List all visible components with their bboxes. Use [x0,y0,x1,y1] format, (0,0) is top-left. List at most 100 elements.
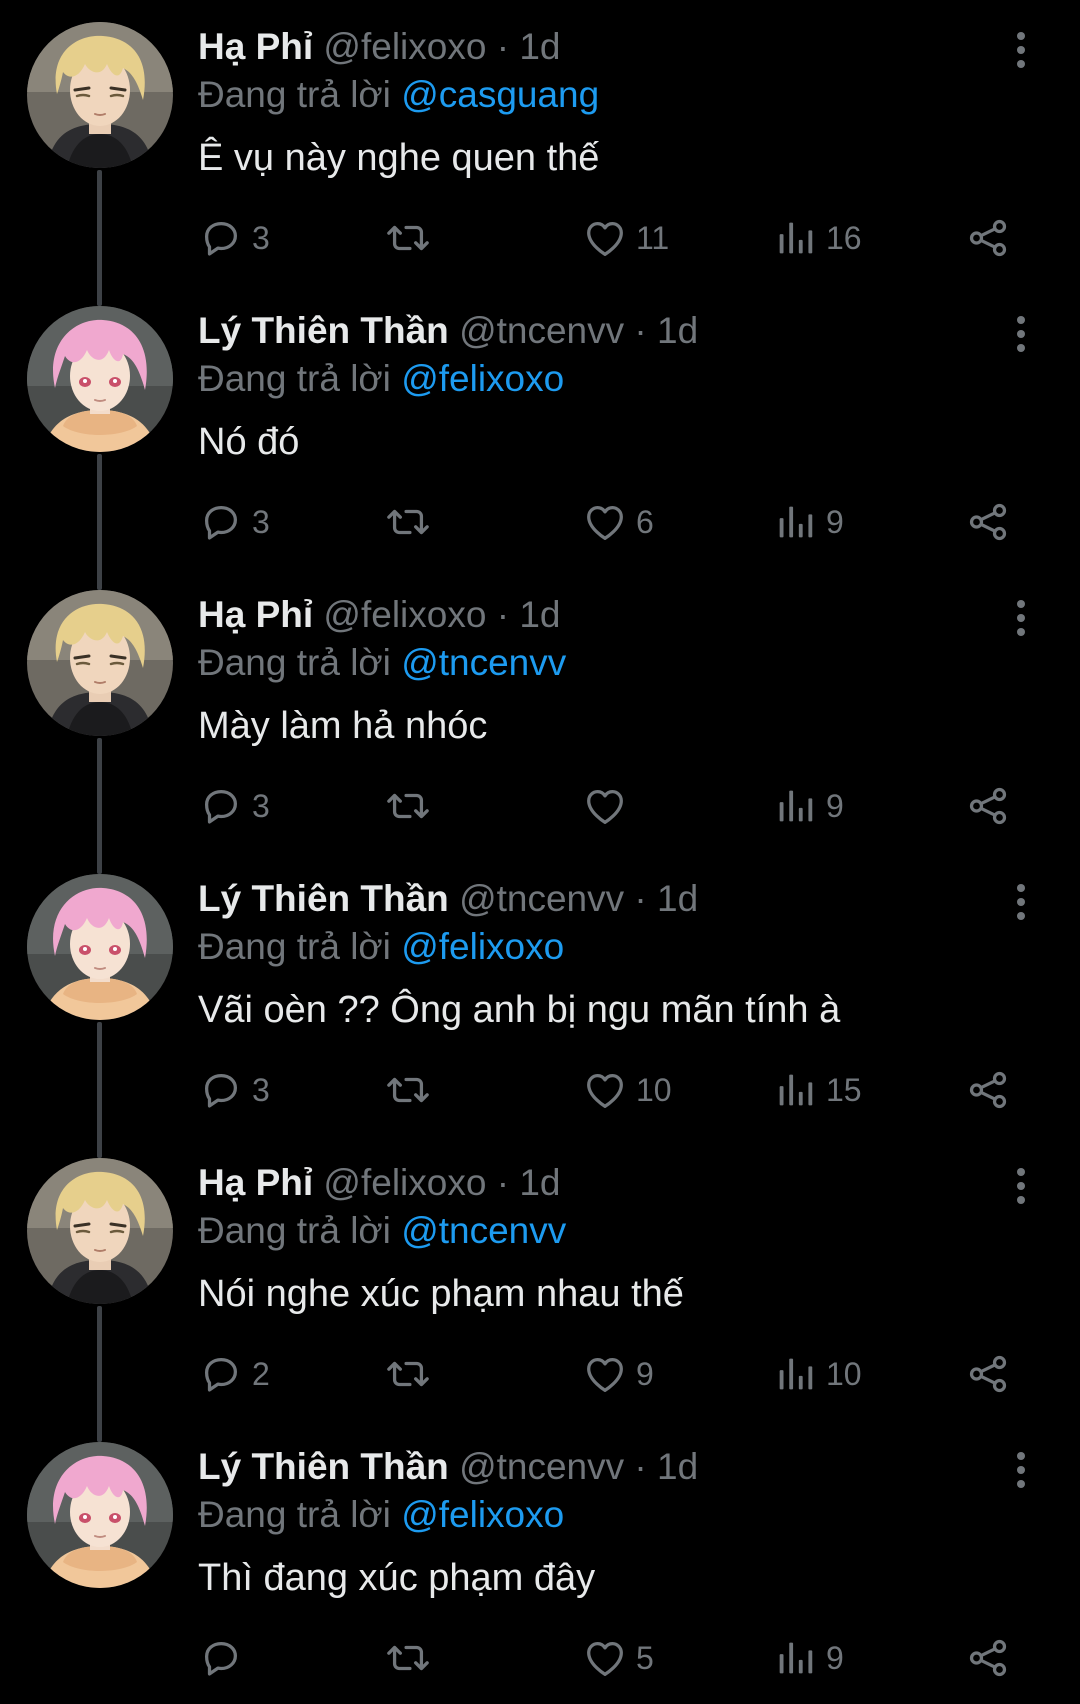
more-vertical-icon [1017,316,1025,352]
reply-button[interactable] [198,1630,252,1686]
timestamp[interactable]: 1d [657,878,698,919]
avatar[interactable] [27,1442,173,1588]
views-button[interactable]: 9 [772,1630,844,1686]
more-options-button[interactable] [1006,882,1036,922]
view-count: 9 [826,1639,844,1676]
tweet[interactable]: Lý Thiên Thần @tncenvv · 1d Đang trả lời… [0,852,1080,1158]
display-name[interactable]: Lý Thiên Thần [198,310,449,351]
share-button[interactable] [965,1346,1011,1402]
user-handle[interactable]: @felixoxo [323,594,486,635]
share-button[interactable] [965,778,1011,834]
reply-button[interactable]: 3 [198,1062,270,1118]
replying-to-label: Đang trả lời [198,74,391,115]
more-options-button[interactable] [1006,1450,1036,1490]
reply-button[interactable]: 3 [198,210,270,266]
retweet-button[interactable] [385,494,439,550]
reply-button[interactable]: 2 [198,1346,270,1402]
replying-to-label: Đang trả lời [198,1494,391,1535]
tweet-text: Nó đó [198,421,300,463]
views-icon [772,1635,818,1681]
avatar[interactable] [27,590,173,736]
timestamp[interactable]: 1d [657,310,698,351]
replying-to-label: Đang trả lời [198,1210,391,1251]
like-button[interactable]: 6 [582,494,654,550]
views-button[interactable]: 16 [772,210,862,266]
replying-to-mention[interactable]: @felixoxo [401,926,564,967]
display-name[interactable]: Lý Thiên Thần [198,878,449,919]
like-count: 10 [636,1071,672,1108]
user-handle[interactable]: @felixoxo [323,26,486,67]
tweet-header: Hạ Phỉ @felixoxo · 1d [198,1160,560,1206]
more-options-button[interactable] [1006,30,1036,70]
like-count: 11 [636,219,670,256]
user-handle[interactable]: @felixoxo [323,1162,486,1203]
like-button[interactable]: 5 [582,1630,654,1686]
display-name[interactable]: Lý Thiên Thần [198,1446,449,1487]
tweet[interactable]: Lý Thiên Thần @tncenvv · 1d Đang trả lời… [0,1420,1080,1704]
tweet[interactable]: Hạ Phỉ @felixoxo · 1d Đang trả lời @tnce… [0,568,1080,874]
retweet-button[interactable] [385,1062,439,1118]
replying-to-line: Đang trả lời @casguang [198,72,599,118]
heart-icon [582,499,628,545]
tweet[interactable]: Hạ Phỉ @felixoxo · 1d Đang trả lời @tnce… [0,1136,1080,1442]
timestamp[interactable]: 1d [519,1162,560,1203]
replying-to-mention[interactable]: @tncenvv [401,1210,566,1251]
replying-to-line: Đang trả lời @felixoxo [198,924,564,970]
replying-to-mention[interactable]: @casguang [401,74,599,115]
timestamp[interactable]: 1d [519,594,560,635]
retweet-button[interactable] [385,1630,439,1686]
share-button[interactable] [965,494,1011,550]
user-handle[interactable]: @tncenvv [459,1446,624,1487]
replying-to-mention[interactable]: @felixoxo [401,358,564,399]
views-button[interactable]: 15 [772,1062,862,1118]
views-button[interactable]: 9 [772,778,844,834]
retweet-icon [385,1351,431,1397]
more-options-button[interactable] [1006,598,1036,638]
avatar[interactable] [27,1158,173,1304]
reply-button[interactable]: 3 [198,494,270,550]
anime-pink-avatar-icon [27,306,173,452]
share-button[interactable] [965,1062,1011,1118]
like-button[interactable]: 11 [582,210,669,266]
separator-dot: · [496,1162,510,1203]
share-icon [965,215,1011,261]
timestamp[interactable]: 1d [519,26,560,67]
share-button[interactable] [965,1630,1011,1686]
tweet-text: Vãi oèn ?? Ông anh bị ngu mãn tính à [198,989,841,1031]
view-count: 15 [826,1071,862,1108]
timestamp[interactable]: 1d [657,1446,698,1487]
user-handle[interactable]: @tncenvv [459,878,624,919]
reply-count: 3 [252,787,270,824]
views-button[interactable]: 10 [772,1346,862,1402]
retweet-button[interactable] [385,1346,439,1402]
share-button[interactable] [965,210,1011,266]
retweet-button[interactable] [385,210,439,266]
display-name[interactable]: Hạ Phỉ [198,26,313,67]
anime-pink-avatar-icon [27,1442,173,1588]
views-button[interactable]: 9 [772,494,844,550]
retweet-button[interactable] [385,778,439,834]
tweet[interactable]: Lý Thiên Thần @tncenvv · 1d Đang trả lời… [0,284,1080,590]
retweet-icon [385,1635,431,1681]
tweet-text: Nói nghe xúc phạm nhau thế [198,1273,684,1315]
replying-to-mention[interactable]: @tncenvv [401,642,566,683]
more-options-button[interactable] [1006,314,1036,354]
tweet-header: Lý Thiên Thần @tncenvv · 1d [198,308,698,354]
heart-icon [582,1351,628,1397]
avatar[interactable] [27,22,173,168]
avatar[interactable] [27,306,173,452]
more-options-button[interactable] [1006,1166,1036,1206]
like-button[interactable]: 9 [582,1346,654,1402]
retweet-icon [385,215,431,261]
avatar[interactable] [27,874,173,1020]
user-handle[interactable]: @tncenvv [459,310,624,351]
tweet-actions: 3 11 16 [0,210,1080,266]
reply-button[interactable]: 3 [198,778,270,834]
like-button[interactable] [582,778,636,834]
replying-to-mention[interactable]: @felixoxo [401,1494,564,1535]
display-name[interactable]: Hạ Phỉ [198,1162,313,1203]
like-button[interactable]: 10 [582,1062,672,1118]
heart-icon [582,215,628,261]
tweet[interactable]: Hạ Phỉ @felixoxo · 1d Đang trả lời @casg… [0,0,1080,306]
display-name[interactable]: Hạ Phỉ [198,594,313,635]
